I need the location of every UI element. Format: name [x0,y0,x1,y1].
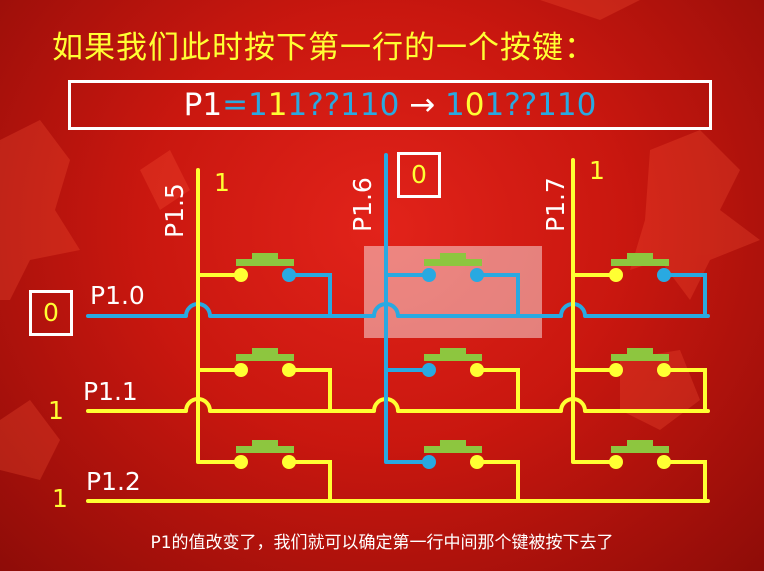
key-wire-right [477,273,520,316]
key-contact-left [609,268,623,282]
key-contact-right [282,268,296,282]
key-base [611,259,669,266]
row-label-p1-2: P1.2 [86,467,141,496]
key-contact-right [282,363,296,377]
key-base [424,259,482,266]
key-base [424,354,482,361]
key-base [611,354,669,361]
key-contact-left [609,363,623,377]
key-wire-right [289,460,332,501]
row-label-p1-0: P1.0 [90,281,145,310]
key-base [236,354,294,361]
key-base [611,446,669,453]
row-label-p1-1: P1.1 [83,377,138,406]
key-cap [627,440,653,447]
row-value-p1-2: 1 [52,484,68,513]
key-contact-left [234,363,248,377]
row-value-p1-0: 0 [29,290,73,336]
key-contact-right [470,268,484,282]
key-cap [252,440,278,447]
key-cap [252,253,278,260]
key-wire-right [289,368,332,411]
key-contact-right [657,455,671,469]
key-contact-left [422,268,436,282]
key-cap [627,348,653,355]
column-label-p1-7: P1.7 [541,177,570,232]
caption: P1的值改变了，我们就可以确定第一行中间那个键被按下去了 [150,533,614,553]
key-base [236,259,294,266]
key-cap [627,253,653,260]
key-wire-right [477,368,520,411]
key-contact-left [234,455,248,469]
key-cap [440,348,466,355]
key-contact-left [609,455,623,469]
key-contact-left [422,363,436,377]
key-base [424,446,482,453]
key-cap [440,440,466,447]
key-wire-right [664,460,707,501]
key-cap [252,348,278,355]
key-contact-left [234,268,248,282]
column-label-p1-5: P1.5 [160,183,189,238]
key-contact-right [657,268,671,282]
key-cap [440,253,466,260]
key-contact-right [657,363,671,377]
column-value-p1-7: 1 [589,156,605,185]
column-value-p1-5: 1 [214,168,230,197]
key-base [236,446,294,453]
key-wire-right [477,460,520,501]
key-wire-right [664,368,707,411]
row-value-p1-1: 1 [48,396,64,425]
key-contact-left [422,455,436,469]
key-contact-right [470,455,484,469]
key-contact-right [282,455,296,469]
key-contact-right [470,363,484,377]
column-label-p1-6: P1.6 [348,177,377,232]
column-value-p1-6: 0 [397,152,441,198]
key-wire-right [664,273,707,316]
key-wire-right [289,273,332,316]
